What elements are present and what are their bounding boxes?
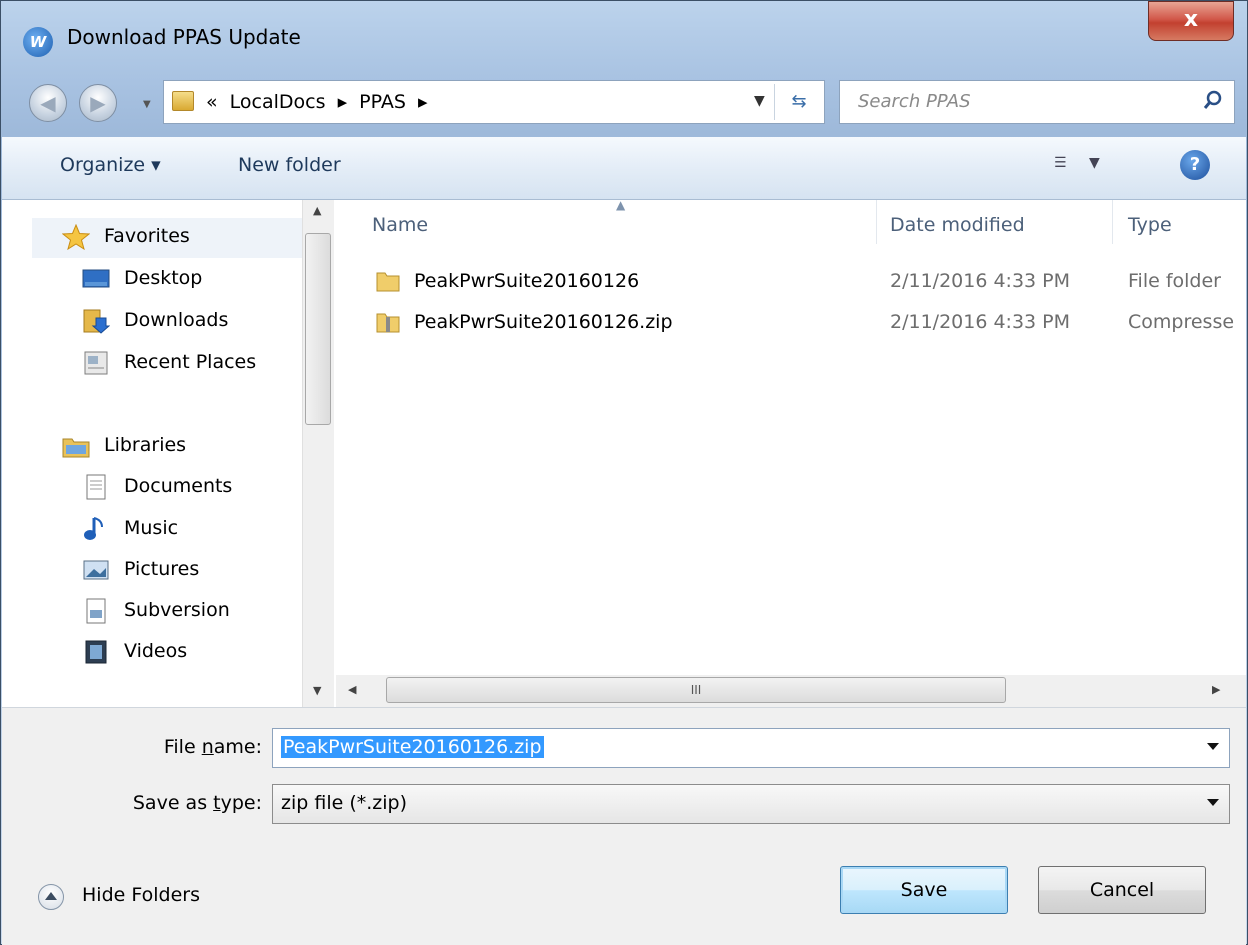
save-dialog-window: W Download PPAS Update x ◀ ▶ ▼ « LocalDo… — [0, 0, 1248, 945]
scroll-left-icon[interactable]: ◀ — [348, 683, 356, 696]
label-text: ame: — [213, 736, 262, 758]
sidebar-item-label: Videos — [124, 640, 188, 662]
search-input[interactable]: Search PPAS — [839, 80, 1235, 124]
search-placeholder: Search PPAS — [858, 91, 971, 112]
chevron-down-icon[interactable] — [1207, 799, 1219, 806]
refresh-icon[interactable]: ⇆ — [774, 84, 823, 120]
cancel-button[interactable]: Cancel — [1038, 866, 1206, 914]
close-button[interactable]: x — [1148, 1, 1234, 41]
browser-area: Favorites Desktop Downloads Recent Place… — [2, 198, 1246, 707]
address-dropdown-icon[interactable]: ▼ — [754, 93, 765, 109]
file-type: Compresse — [1128, 311, 1235, 333]
collapse-icon — [38, 884, 64, 910]
zip-folder-icon — [376, 313, 400, 333]
file-list: ▲ Name Date modified Type PeakPwrSuite20… — [336, 198, 1246, 707]
save-button[interactable]: Save — [840, 866, 1008, 914]
folder-icon — [172, 91, 194, 111]
scroll-up-icon[interactable]: ▲ — [313, 204, 321, 217]
sidebar-item-label: Pictures — [124, 558, 200, 580]
window-title: Download PPAS Update — [67, 25, 301, 49]
label-accelerator: t — [213, 792, 221, 814]
recent-places-icon — [84, 351, 108, 375]
sidebar-item-label: Downloads — [124, 309, 229, 331]
scrollbar-thumb[interactable]: III — [386, 677, 1006, 703]
file-name: PeakPwrSuite20160126 — [414, 270, 640, 292]
column-header-type[interactable]: Type — [1128, 214, 1172, 236]
file-date-modified: 2/11/2016 4:33 PM — [890, 311, 1071, 333]
sidebar-item-label: Favorites — [104, 225, 190, 247]
pictures-icon — [83, 560, 109, 580]
new-folder-button[interactable]: New folder — [238, 154, 341, 176]
breadcrumb-overflow[interactable]: « — [206, 91, 218, 113]
label-text: Save as — [132, 792, 214, 814]
view-list-icon: ☰ — [1054, 155, 1067, 171]
star-icon — [62, 224, 90, 250]
command-toolbar: Organize ▾ New folder ☰ ▼ ? — [2, 137, 1246, 200]
sidebar-item-label: Libraries — [104, 434, 187, 456]
scroll-down-icon[interactable]: ▼ — [313, 684, 321, 697]
libraries-icon — [62, 438, 90, 458]
recent-pages-dropdown[interactable]: ▼ — [143, 99, 151, 110]
forward-button[interactable]: ▶ — [79, 84, 117, 122]
chevron-down-icon: ▼ — [1089, 155, 1100, 171]
file-date-modified: 2/11/2016 4:33 PM — [890, 270, 1071, 292]
file-row[interactable]: PeakPwrSuite20160126 2/11/2016 4:33 PM F… — [372, 264, 1242, 304]
label-text: ype: — [220, 792, 262, 814]
subversion-icon — [86, 598, 106, 624]
app-icon: W — [23, 27, 53, 57]
search-icon[interactable] — [1202, 89, 1224, 111]
title-bar: W Download PPAS Update x — [1, 1, 1247, 77]
save-as-type-label: Save as type: — [92, 792, 262, 814]
help-icon[interactable]: ? — [1180, 150, 1210, 180]
file-name-field[interactable]: PeakPwrSuite20160126.zip — [272, 728, 1230, 768]
sidebar-item-label: Subversion — [124, 599, 230, 621]
sort-ascending-icon: ▲ — [616, 198, 626, 212]
breadcrumb-item-localdocs[interactable]: LocalDocs — [230, 91, 326, 113]
sidebar-item-label: Music — [124, 517, 179, 539]
desktop-icon — [82, 269, 110, 288]
back-button[interactable]: ◀ — [29, 84, 67, 122]
scroll-right-icon[interactable]: ▶ — [1212, 683, 1220, 696]
column-divider[interactable] — [1112, 200, 1113, 244]
documents-icon — [86, 474, 106, 500]
breadcrumb-separator[interactable]: ▸ — [338, 91, 348, 113]
column-divider[interactable] — [876, 200, 877, 244]
column-header-date-modified[interactable]: Date modified — [890, 214, 1025, 236]
folder-icon — [376, 272, 400, 292]
view-options-button[interactable]: ☰ ▼ — [1054, 155, 1114, 179]
file-row[interactable]: PeakPwrSuite20160126.zip 2/11/2016 4:33 … — [372, 305, 1242, 345]
sidebar-item-label: Documents — [124, 475, 233, 497]
music-icon — [84, 517, 103, 540]
address-bar[interactable]: « LocalDocs ▸ PPAS ▸ ▼ ⇆ — [163, 80, 825, 124]
file-list-horizontal-scrollbar[interactable]: ◀ III ▶ — [336, 675, 1246, 707]
column-header-name[interactable]: Name — [372, 214, 428, 236]
save-as-type-select[interactable]: zip file (*.zip) — [272, 784, 1230, 824]
scrollbar-thumb[interactable] — [305, 233, 331, 425]
downloads-icon — [83, 309, 110, 334]
label-accelerator: n — [201, 736, 214, 758]
file-name-label: File name: — [122, 736, 262, 758]
navigation-pane: Favorites Desktop Downloads Recent Place… — [2, 200, 332, 707]
sidebar-item-label: Desktop — [124, 267, 203, 289]
navigation-bar: ◀ ▶ ▼ « LocalDocs ▸ PPAS ▸ ▼ ⇆ Search PP… — [1, 77, 1247, 135]
save-options-panel: File name: PeakPwrSuite20160126.zip Save… — [2, 707, 1246, 945]
breadcrumb-item-ppas[interactable]: PPAS — [359, 91, 406, 113]
file-type: File folder — [1128, 270, 1221, 292]
breadcrumb-separator[interactable]: ▸ — [418, 91, 428, 113]
videos-icon — [85, 640, 107, 664]
label-text: File — [163, 736, 202, 758]
hide-folders-label: Hide Folders — [82, 884, 200, 906]
file-name: PeakPwrSuite20160126.zip — [414, 311, 673, 333]
sidebar-item-label: Recent Places — [124, 351, 257, 373]
navigation-pane-scrollbar[interactable]: ▲ ▼ — [302, 200, 334, 707]
save-as-type-value: zip file (*.zip) — [281, 792, 408, 814]
chevron-down-icon[interactable] — [1207, 743, 1219, 750]
file-name-value[interactable]: PeakPwrSuite20160126.zip — [281, 736, 544, 758]
breadcrumb: « LocalDocs ▸ PPAS ▸ — [206, 91, 434, 113]
organize-button[interactable]: Organize ▾ — [60, 154, 161, 176]
